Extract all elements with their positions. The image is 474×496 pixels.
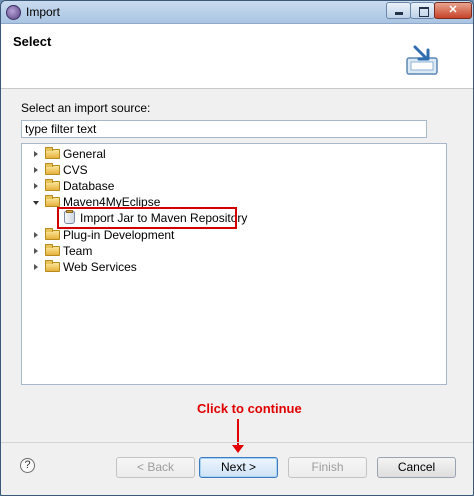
expand-arrow-icon[interactable]	[34, 264, 38, 270]
tree-item-label: Team	[63, 244, 93, 258]
collapse-arrow-icon[interactable]	[33, 201, 39, 205]
tree-item-label: CVS	[63, 163, 88, 177]
expand-arrow-icon[interactable]	[34, 232, 38, 238]
finish-button[interactable]: Finish	[288, 457, 367, 478]
expand-arrow-icon[interactable]	[34, 151, 38, 157]
annotation-text: Click to continue	[197, 401, 302, 416]
tree-item-label: Plug-in Development	[63, 228, 175, 242]
window-title: Import	[26, 5, 61, 19]
maximize-icon	[419, 7, 429, 17]
folder-icon	[45, 228, 60, 240]
back-button[interactable]: < Back	[116, 457, 195, 478]
tree-item-label: General	[63, 147, 106, 161]
import-wizard-icon	[406, 45, 438, 75]
expand-arrow-icon[interactable]	[34, 248, 38, 254]
folder-icon	[45, 147, 60, 159]
close-button[interactable]: ✕	[434, 2, 472, 19]
wizard-header: Select	[1, 24, 473, 89]
folder-icon	[45, 179, 60, 191]
expand-arrow-icon[interactable]	[34, 167, 38, 173]
annotation-arrowhead-icon	[232, 445, 244, 453]
import-source-label: Select an import source:	[21, 101, 151, 115]
minimize-icon	[395, 12, 403, 15]
next-button[interactable]: Next >	[199, 457, 278, 478]
footer-divider	[1, 442, 473, 443]
help-icon[interactable]: ?	[20, 458, 35, 473]
folder-icon	[45, 244, 60, 256]
minimize-button[interactable]	[386, 2, 411, 19]
tree-item-label: Database	[63, 179, 115, 193]
import-source-tree[interactable]: General CVS Database Maven4MyEclipse Imp…	[21, 143, 447, 385]
folder-icon	[45, 163, 60, 175]
tree-item-label: Web Services	[63, 260, 137, 274]
folder-icon	[45, 260, 60, 272]
eclipse-app-icon	[6, 5, 21, 20]
maximize-button[interactable]	[410, 2, 435, 19]
page-title: Select	[13, 34, 52, 49]
folder-open-icon	[45, 195, 60, 207]
expand-arrow-icon[interactable]	[34, 183, 38, 189]
import-dialog: Import ✕ Select Select an import source:…	[0, 0, 474, 496]
cancel-button[interactable]: Cancel	[377, 457, 456, 478]
title-bar[interactable]: Import ✕	[1, 1, 473, 24]
highlight-box	[57, 207, 237, 229]
close-icon: ✕	[448, 4, 458, 16]
filter-input[interactable]: type filter text	[21, 120, 427, 138]
